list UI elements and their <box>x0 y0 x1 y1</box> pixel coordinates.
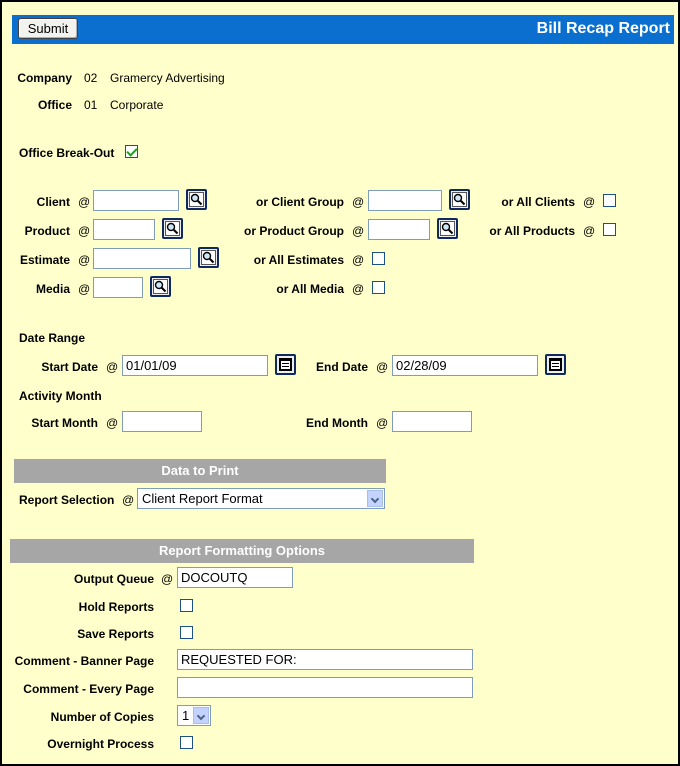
overnight-process-checkbox[interactable] <box>180 736 193 749</box>
company-label: Company <box>17 71 72 85</box>
copies-value: 1 <box>182 708 190 723</box>
office-breakout-checkbox[interactable] <box>125 145 138 158</box>
report-selection-select[interactable]: Client Report Format <box>137 488 385 509</box>
product-group-input[interactable] <box>368 219 430 240</box>
magnifier-icon <box>153 279 168 294</box>
end-date-calendar-button[interactable] <box>545 354 566 375</box>
product-lookup-button[interactable] <box>162 218 183 239</box>
report-selection-at: @ <box>122 493 135 507</box>
media-lookup-button[interactable] <box>150 276 171 297</box>
chevron-down-icon <box>367 490 383 507</box>
magnifier-icon <box>452 192 467 207</box>
comment-every-page-input[interactable] <box>177 677 473 698</box>
client-group-input[interactable] <box>368 190 442 211</box>
start-date-input[interactable]: 01/01/09 <box>122 355 268 376</box>
comment-banner-input[interactable]: REQUESTED FOR: <box>177 649 473 670</box>
estimate-label: Estimate <box>19 253 70 267</box>
all-products-checkbox[interactable] <box>603 223 616 236</box>
estimate-at: @ <box>78 253 91 267</box>
page-title: Bill Recap Report <box>536 20 670 37</box>
office-breakout-label: Office Break-Out <box>19 146 115 160</box>
report-selection-label: Report Selection <box>19 493 115 507</box>
estimate-input[interactable] <box>93 248 191 269</box>
office-name: Corporate <box>110 98 164 112</box>
product-group-lookup-button[interactable] <box>437 218 458 239</box>
start-month-label: Start Month <box>31 416 98 430</box>
product-group-label: or Product Group <box>244 224 344 238</box>
magnifier-icon <box>440 221 455 236</box>
submit-button[interactable]: Submit <box>18 18 78 39</box>
date-range-heading: Date Range <box>19 331 86 345</box>
all-products-at: @ <box>583 224 596 238</box>
output-queue-at: @ <box>161 572 174 586</box>
output-queue-input[interactable]: DOCOUTQ <box>177 567 293 588</box>
start-month-input[interactable] <box>122 411 202 432</box>
all-estimates-checkbox[interactable] <box>372 252 385 265</box>
media-at: @ <box>78 282 91 296</box>
calendar-icon <box>549 358 562 371</box>
media-input[interactable] <box>93 277 143 298</box>
comment-banner-label: Comment - Banner Page <box>14 654 154 668</box>
data-to-print-header: Data to Print <box>14 459 386 483</box>
company-code: 02 <box>84 71 98 85</box>
comment-every-page-label: Comment - Every Page <box>23 682 154 696</box>
activity-month-heading: Activity Month <box>19 389 102 403</box>
all-clients-checkbox[interactable] <box>603 194 616 207</box>
output-queue-label: Output Queue <box>74 572 154 586</box>
all-clients-label: or All Clients <box>501 195 575 209</box>
client-input[interactable] <box>93 190 179 211</box>
hold-reports-label: Hold Reports <box>78 600 154 614</box>
save-reports-label: Save Reports <box>77 627 154 641</box>
end-month-input[interactable] <box>392 411 472 432</box>
start-month-at: @ <box>106 416 119 430</box>
end-date-label: End Date <box>315 360 368 374</box>
chevron-down-icon <box>193 707 209 724</box>
report-selection-value: Client Report Format <box>142 491 263 506</box>
report-form: Submit Bill Recap Report Company 02 Gram… <box>0 0 680 766</box>
start-date-at: @ <box>106 360 119 374</box>
report-formatting-header: Report Formatting Options <box>10 539 474 563</box>
company-name: Gramercy Advertising <box>110 71 225 85</box>
product-label: Product <box>24 224 70 238</box>
hold-reports-checkbox[interactable] <box>180 599 193 612</box>
start-date-label: Start Date <box>41 360 98 374</box>
product-at: @ <box>78 224 91 238</box>
office-code: 01 <box>84 98 98 112</box>
client-group-lookup-button[interactable] <box>449 189 470 210</box>
product-group-at: @ <box>352 224 365 238</box>
magnifier-icon <box>165 221 180 236</box>
all-media-at: @ <box>352 282 365 296</box>
end-date-input[interactable]: 02/28/09 <box>392 355 538 376</box>
copies-select[interactable]: 1 <box>177 705 211 726</box>
all-media-label: or All Media <box>276 282 344 296</box>
media-label: Media <box>35 282 70 296</box>
all-estimates-at: @ <box>352 253 365 267</box>
client-group-label: or Client Group <box>256 195 344 209</box>
header-bar: Submit Bill Recap Report <box>12 15 674 44</box>
all-products-label: or All Products <box>489 224 575 238</box>
product-input[interactable] <box>93 219 155 240</box>
end-date-at: @ <box>376 360 389 374</box>
all-media-checkbox[interactable] <box>372 281 385 294</box>
all-clients-at: @ <box>583 195 596 209</box>
overnight-process-label: Overnight Process <box>47 737 154 751</box>
copies-label: Number of Copies <box>50 710 154 724</box>
office-label: Office <box>37 98 72 112</box>
end-month-label: End Month <box>306 416 368 430</box>
end-month-at: @ <box>376 416 389 430</box>
all-estimates-label: or All Estimates <box>253 253 344 267</box>
client-at: @ <box>78 195 91 209</box>
client-group-at: @ <box>352 195 365 209</box>
save-reports-checkbox[interactable] <box>180 626 193 639</box>
client-label: Client <box>36 195 70 209</box>
